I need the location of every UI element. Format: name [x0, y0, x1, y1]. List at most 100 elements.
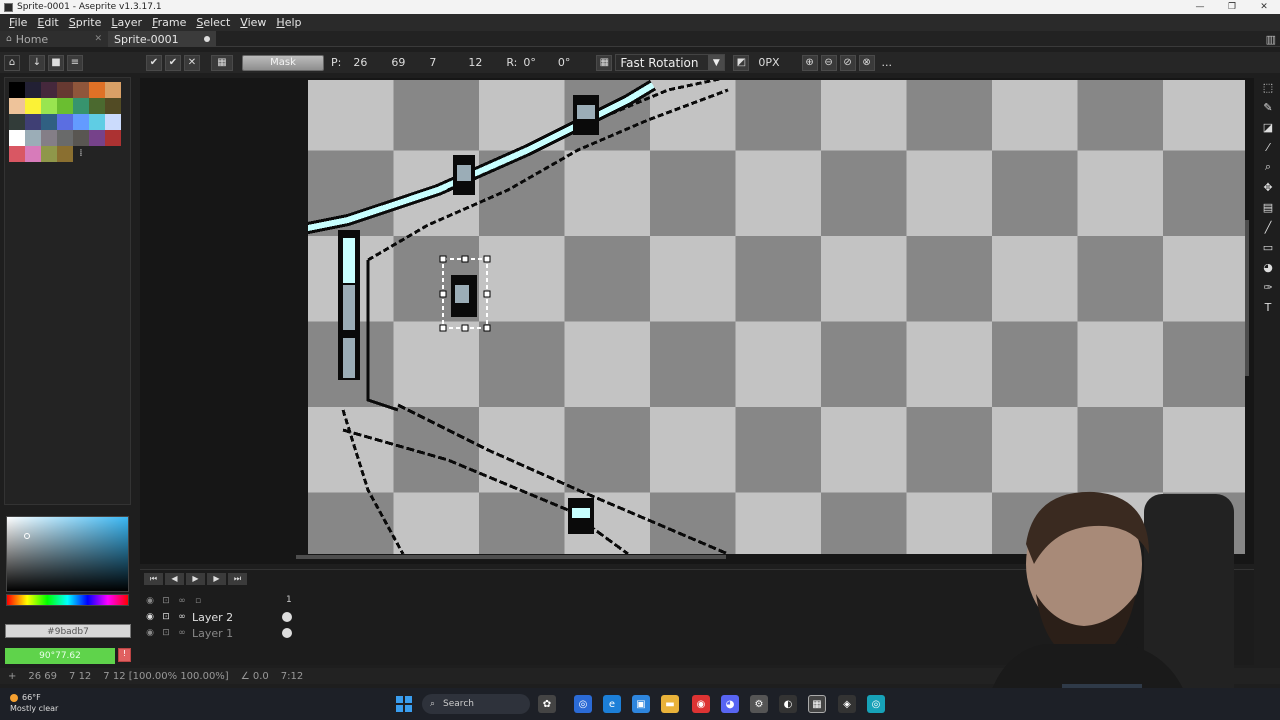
- palette-swatch[interactable]: [25, 146, 41, 162]
- aseprite-app-icon[interactable]: ▦: [808, 695, 826, 713]
- layer-header-icon[interactable]: ▫: [190, 596, 206, 606]
- davinci-app-icon[interactable]: ◈: [838, 695, 856, 713]
- grid-icon[interactable]: ▦: [596, 54, 613, 71]
- warning-icon[interactable]: !: [118, 648, 131, 662]
- discord-app-icon[interactable]: ◕: [721, 695, 739, 713]
- minimize-button[interactable]: —: [1184, 0, 1216, 14]
- palette-swatch[interactable]: [9, 98, 25, 114]
- explorer-app-icon[interactable]: ▬: [661, 695, 679, 713]
- foreground-color-field[interactable]: 90°77.62: [5, 648, 115, 664]
- pivot-px-field[interactable]: 0PX: [758, 56, 779, 69]
- lock-header-icon[interactable]: ⊡: [158, 596, 174, 606]
- palette-swatch[interactable]: [89, 98, 105, 114]
- eye-icon[interactable]: ◉: [142, 628, 158, 638]
- horizontal-scrollbar[interactable]: [296, 555, 726, 559]
- palette-swatch[interactable]: [25, 82, 41, 98]
- prev-frame-icon[interactable]: ◀: [165, 573, 184, 585]
- maximize-button[interactable]: ❐: [1216, 0, 1248, 14]
- eraser-tool-icon[interactable]: ◪: [1260, 118, 1276, 136]
- app-icon[interactable]: ◎: [867, 695, 885, 713]
- last-frame-icon[interactable]: ⏭: [228, 573, 247, 585]
- zoom-tool-icon[interactable]: ⌕: [1260, 158, 1276, 176]
- menu-view[interactable]: View: [235, 16, 271, 29]
- mask-button[interactable]: Mask: [242, 54, 324, 71]
- palette-swatch[interactable]: [89, 82, 105, 98]
- vertical-scrollbar[interactable]: [1245, 220, 1249, 376]
- pivot-icon[interactable]: ⊕: [801, 54, 818, 71]
- palette-swatch[interactable]: [73, 82, 89, 98]
- selection-mode-icon[interactable]: ▦: [211, 54, 233, 71]
- edge-app-icon[interactable]: e: [603, 695, 621, 713]
- marquee-tool-icon[interactable]: ⬚: [1260, 78, 1276, 96]
- menu-help[interactable]: Help: [271, 16, 306, 29]
- palette-swatch[interactable]: [25, 130, 41, 146]
- drop-pixels-icon[interactable]: ✔: [165, 54, 181, 71]
- menu-lines-icon[interactable]: ≡: [67, 54, 83, 71]
- close-tab-icon[interactable]: ✕: [94, 34, 102, 44]
- copilot-app-icon[interactable]: ◎: [574, 695, 592, 713]
- palette-swatch[interactable]: [73, 130, 89, 146]
- layer-row[interactable]: ◉ ⊡ ∞ Layer 2: [142, 610, 292, 624]
- weather-widget[interactable]: 66°F Mostly clear: [10, 692, 58, 714]
- hex-color-field[interactable]: #9badb7: [5, 624, 131, 638]
- eye-icon[interactable]: ◉: [142, 612, 158, 622]
- play-icon[interactable]: ▶: [186, 573, 205, 585]
- hue-slider[interactable]: [6, 594, 129, 606]
- palette-swatch[interactable]: [105, 130, 121, 146]
- chrome-app-icon[interactable]: ◉: [692, 695, 710, 713]
- menu-frame[interactable]: Frame: [147, 16, 191, 29]
- color-picker-sv[interactable]: [6, 516, 129, 592]
- width-field[interactable]: 7: [429, 56, 436, 69]
- palette-swatch[interactable]: [57, 130, 73, 146]
- modified-dot-icon[interactable]: [204, 36, 210, 42]
- palette-more-icon[interactable]: ⁞: [73, 146, 89, 162]
- more-options[interactable]: ...: [882, 56, 893, 69]
- palette-swatch[interactable]: [41, 98, 57, 114]
- move-tool-icon[interactable]: ✥: [1260, 178, 1276, 196]
- cel-icon[interactable]: [282, 628, 292, 638]
- first-frame-icon[interactable]: ⏮: [144, 573, 163, 585]
- pencil-tool-icon[interactable]: ✎: [1260, 98, 1276, 116]
- slice-tool-icon[interactable]: ▤: [1260, 198, 1276, 216]
- transparency-icon[interactable]: ◩: [733, 54, 750, 71]
- blur-tool-icon[interactable]: ✑: [1260, 278, 1276, 296]
- continuous-icon[interactable]: ∞: [174, 628, 190, 638]
- palette-swatch[interactable]: [105, 82, 121, 98]
- palette-swatch[interactable]: [73, 98, 89, 114]
- palette-swatch[interactable]: [25, 98, 41, 114]
- align-icon[interactable]: ⊖: [820, 54, 837, 71]
- frame-number[interactable]: 1: [286, 595, 292, 605]
- palette-swatch[interactable]: [89, 130, 105, 146]
- tab-sprite[interactable]: Sprite-0001: [108, 31, 216, 47]
- palette-swatch[interactable]: [25, 114, 41, 130]
- palette-swatch[interactable]: [9, 130, 25, 146]
- palette-swatch[interactable]: [9, 146, 25, 162]
- position-y-field[interactable]: 69: [391, 56, 405, 69]
- menu-layer[interactable]: Layer: [106, 16, 147, 29]
- rectangle-tool-icon[interactable]: ▭: [1260, 238, 1276, 256]
- cel-icon[interactable]: [282, 612, 292, 622]
- widgets-app-icon[interactable]: ✿: [538, 695, 556, 713]
- lock-icon[interactable]: ⊡: [158, 612, 174, 622]
- taskbar-search[interactable]: ⌕ Search: [422, 694, 530, 714]
- palette-swatch[interactable]: [41, 130, 57, 146]
- palette-swatch[interactable]: [57, 82, 73, 98]
- eyedropper-tool-icon[interactable]: ⁄: [1260, 138, 1276, 156]
- menu-edit[interactable]: Edit: [32, 16, 63, 29]
- picker-cursor-icon[interactable]: [24, 533, 30, 539]
- palette-swatch[interactable]: [9, 82, 25, 98]
- store-app-icon[interactable]: ▣: [632, 695, 650, 713]
- stop-icon[interactable]: ■: [48, 54, 64, 71]
- continuous-header-icon[interactable]: ∞: [174, 596, 190, 606]
- windows-start-icon[interactable]: [396, 696, 412, 712]
- palette-swatch[interactable]: [9, 114, 25, 130]
- settings-app-icon[interactable]: ⚙: [750, 695, 768, 713]
- sprite-canvas[interactable]: [308, 80, 1245, 554]
- next-frame-icon[interactable]: ▶: [207, 573, 226, 585]
- lock-icon[interactable]: ⊡: [158, 628, 174, 638]
- continuous-icon[interactable]: ∞: [174, 612, 190, 622]
- palette-swatch[interactable]: [57, 98, 73, 114]
- palette-swatch[interactable]: [41, 146, 57, 162]
- palette-swatch[interactable]: [57, 114, 73, 130]
- apply-check-icon[interactable]: ✔: [146, 54, 162, 71]
